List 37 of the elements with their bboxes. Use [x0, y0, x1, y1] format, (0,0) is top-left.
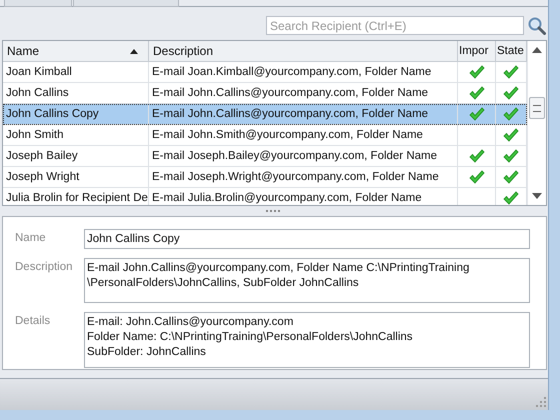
text-field[interactable]: E-mail: John.Callins@yourcompany.com Folder Name: C:\NPrintingTraining\PersonalFolders\JohnCallins SubFolder: JohnCallins	[84, 312, 530, 368]
column-header[interactable]: Impor	[458, 41, 496, 61]
field-label: Details	[15, 314, 52, 329]
table-cell: John Callins Copy	[3, 104, 149, 124]
table-cell: E-mail John.Smith@yourcompany.com, Folder Name	[149, 125, 458, 145]
table-row[interactable]: John Smith E-mail John.Smith@yourcompany.com, Folder Name	[3, 125, 527, 146]
table-cell: E-mail John.Callins@yourcompany.com, Folder Name	[149, 83, 458, 103]
table-cell: E-mail Julia.Brolin@yourcompany.com, Folder Name	[149, 188, 458, 205]
text-field[interactable]: E-mail John.Callins@yourcompany.com, Folder Name C:\NPrintingTraining \PersonalFolders\JohnCallins, SubFolder JohnCallins	[84, 258, 530, 303]
table-row[interactable]: Joan Kimball E-mail Joan.Kimball@yourcompany.com, Folder Name	[3, 62, 527, 83]
table-cell: Joseph Bailey	[3, 146, 149, 166]
scroll-down-icon[interactable]	[532, 193, 542, 199]
column-header[interactable]: Description	[149, 41, 458, 61]
table-cell: Joan Kimball	[3, 62, 149, 82]
table-row[interactable]: John Callins Copy E-mail John.Callins@yourcompany.com, Folder Name	[3, 104, 527, 125]
table-cell: E-mail Joan.Kimball@yourcompany.com, Folder Name	[149, 62, 458, 82]
scrollbar[interactable]	[527, 41, 546, 205]
field-label: Name	[15, 231, 47, 246]
table-row[interactable]: Joseph Wright E-mail Joseph.Wright@yourcompany.com, Folder Name	[3, 167, 527, 188]
text-field[interactable]: John Callins Copy	[84, 229, 530, 249]
scroll-thumb[interactable]	[529, 97, 545, 119]
column-header[interactable]: Name	[3, 41, 149, 61]
table-cell: Joseph Wright	[3, 167, 149, 187]
table-row[interactable]: Joseph Bailey E-mail Joseph.Bailey@yourcompany.com, Folder Name	[3, 146, 527, 167]
table-cell: E-mail John.Callins@yourcompany.com, Folder Name	[149, 104, 458, 124]
search-field[interactable]: Search Recipient (Ctrl+E)	[266, 16, 524, 35]
table-cell: Julia Brolin for Recipient De	[3, 188, 149, 205]
table-cell: E-mail Joseph.Bailey@yourcompany.com, Folder Name	[149, 146, 458, 166]
resize-grip-icon[interactable]	[536, 397, 546, 407]
splitter-grip-icon[interactable]	[266, 210, 282, 212]
search-icon[interactable]	[528, 16, 546, 34]
table-cell: John Callins	[3, 83, 149, 103]
sort-ascending-icon	[130, 48, 138, 54]
table-cell: John Smith	[3, 125, 149, 145]
scroll-up-icon[interactable]	[532, 47, 542, 53]
table-cell: E-mail Joseph.Wright@yourcompany.com, Folder Name	[149, 167, 458, 187]
field-label: Description	[15, 260, 74, 275]
